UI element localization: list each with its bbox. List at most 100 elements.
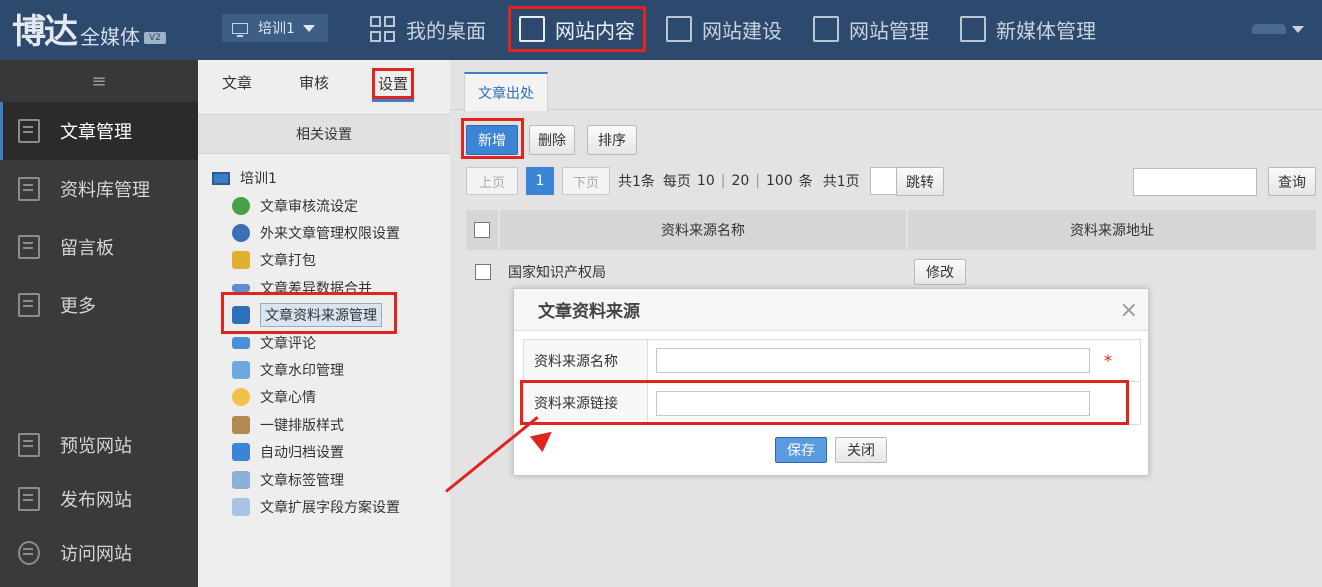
media-icon <box>960 16 986 42</box>
tree-item[interactable]: 文章打包 <box>232 247 400 274</box>
nav-label: 我的桌面 <box>406 18 486 43</box>
nav-site-build[interactable]: 网站建设 <box>666 6 782 52</box>
total-pages: 共1页 <box>822 174 860 190</box>
user-key-icon <box>232 224 250 243</box>
total-items: 共1条 <box>618 174 655 190</box>
collapse-icon[interactable]: ≡ <box>0 60 198 102</box>
page-jump-input[interactable] <box>869 167 898 195</box>
edit-button[interactable]: 修改 <box>914 259 966 285</box>
nav-label: 新媒体管理 <box>996 18 1096 43</box>
pager: 上页 1 下页 共1条 每页 10 | 20 | 100 条 共1页 <box>466 167 898 195</box>
sidebar-item-label: 发布网站 <box>60 490 132 511</box>
tree-item[interactable]: 文章扩展字段方案设置 <box>232 493 400 520</box>
close-button[interactable]: 关闭 <box>835 437 887 463</box>
tree-item[interactable]: 自动归档设置 <box>232 439 400 466</box>
merge-icon <box>232 283 250 292</box>
separator: | <box>720 173 726 189</box>
current-page[interactable]: 1 <box>526 167 554 195</box>
jump-button[interactable]: 跳转 <box>896 167 944 196</box>
tree-item[interactable]: 外来文章管理权限设置 <box>232 219 400 246</box>
logo-sub: 全媒体 <box>80 25 140 49</box>
table-row: 国家知识产权局 修改 <box>466 258 1316 286</box>
monitor-settings-icon <box>813 16 839 42</box>
nav-site-manage[interactable]: 网站管理 <box>813 6 929 52</box>
table-header: 资料来源名称 资料来源地址 <box>466 210 1316 250</box>
users-icon <box>232 196 250 215</box>
globe-icon <box>18 541 40 565</box>
sidebar-item-article-manage[interactable]: 文章管理 <box>0 102 198 160</box>
sidebar-item-visit[interactable]: 访问网站 <box>0 526 198 580</box>
save-button[interactable]: 保存 <box>775 437 827 463</box>
nav-new-media[interactable]: 新媒体管理 <box>960 6 1096 52</box>
separator: | <box>755 173 761 189</box>
nav-site-content[interactable]: 网站内容 <box>508 6 646 52</box>
tab-article[interactable]: 文章 <box>222 72 252 93</box>
package-icon <box>232 251 250 270</box>
sidebar-item-label: 文章管理 <box>60 122 132 143</box>
per-page-20[interactable]: 20 <box>731 173 749 189</box>
search-input[interactable] <box>1133 168 1257 196</box>
tree-item[interactable]: 一键排版样式 <box>232 411 400 438</box>
smiley-icon <box>232 388 250 407</box>
publish-icon <box>18 487 40 511</box>
archive-icon <box>232 443 250 462</box>
tree-item[interactable]: 文章审核流设定 <box>232 192 400 219</box>
sidebar-item-label: 访问网站 <box>60 544 132 565</box>
close-icon[interactable]: × <box>1120 298 1138 323</box>
tree-root-label: 培训1 <box>240 171 277 187</box>
dialog-title: 文章资料来源 <box>538 302 640 322</box>
source-name-input[interactable] <box>656 348 1090 373</box>
sidebar-item-preview[interactable]: 预览网站 <box>0 418 198 472</box>
per-page-100[interactable]: 100 <box>766 173 793 189</box>
nav-label: 网站管理 <box>849 18 929 43</box>
tree-item-label: 外来文章管理权限设置 <box>260 226 400 243</box>
edit-icon <box>519 16 545 42</box>
tree-item-label: 文章评论 <box>260 335 316 352</box>
per-page-unit: 条 <box>798 174 813 190</box>
sidebar-item-library[interactable]: 资料库管理 <box>0 160 198 218</box>
search-button[interactable]: 查询 <box>1268 167 1316 196</box>
highlight-box <box>221 292 397 334</box>
sidebar: ≡ 文章管理 资料库管理 留言板 更多 预览网站 发布网站 访问网站 <box>0 60 198 587</box>
tree-item[interactable]: 文章心情 <box>232 384 400 411</box>
top-bar: 博达 全媒体 V2 培训1 我的桌面 网站内容 网站建设 网站管理 新媒体管理 <box>0 0 1322 60</box>
chevron-down-icon <box>302 24 315 32</box>
sidebar-item-more[interactable]: 更多 <box>0 276 198 334</box>
delete-button[interactable]: 删除 <box>529 125 575 155</box>
content-tab-bar: 文章出处 <box>450 60 1322 111</box>
tree-item[interactable]: 文章水印管理 <box>232 356 400 383</box>
sidebar-item-publish[interactable]: 发布网站 <box>0 472 198 526</box>
more-icon <box>18 293 40 317</box>
tab-review[interactable]: 审核 <box>299 72 329 93</box>
sidebar-item-guestbook[interactable]: 留言板 <box>0 218 198 276</box>
tab-article-source[interactable]: 文章出处 <box>464 72 548 111</box>
tree-item-label: 文章扩展字段方案设置 <box>260 499 400 516</box>
required-mark: * <box>1104 351 1112 370</box>
grid-icon <box>370 16 396 42</box>
sidebar-item-label: 更多 <box>60 296 96 317</box>
tab-settings[interactable]: 设置 <box>372 68 415 102</box>
section-title: 相关设置 <box>198 114 450 154</box>
message-icon <box>18 235 40 259</box>
add-page-icon <box>666 16 692 42</box>
tree-root[interactable]: 培训1 <box>212 168 277 188</box>
nav-my-desktop[interactable]: 我的桌面 <box>370 6 486 52</box>
sort-button[interactable]: 排序 <box>587 125 637 155</box>
tree-item-label: 文章审核流设定 <box>260 198 358 215</box>
site-select[interactable]: 培训1 <box>222 14 328 42</box>
tree-item[interactable]: 文章标签管理 <box>232 466 400 493</box>
tree-item-label: 一键排版样式 <box>260 417 344 434</box>
monitor-icon <box>232 22 248 37</box>
highlight-box <box>461 118 524 159</box>
per-page-10[interactable]: 10 <box>697 173 715 189</box>
row-checkbox[interactable] <box>475 264 491 280</box>
layout-icon <box>232 415 250 434</box>
field-label: 资料来源名称 <box>524 340 648 381</box>
user-menu[interactable] <box>1252 24 1304 34</box>
article-icon <box>18 119 40 143</box>
next-page-button[interactable]: 下页 <box>562 167 610 195</box>
select-all-checkbox[interactable] <box>474 222 490 238</box>
tree-item-label: 文章水印管理 <box>260 363 344 380</box>
prev-page-button[interactable]: 上页 <box>466 167 518 195</box>
col-source-name: 资料来源名称 <box>500 210 908 250</box>
